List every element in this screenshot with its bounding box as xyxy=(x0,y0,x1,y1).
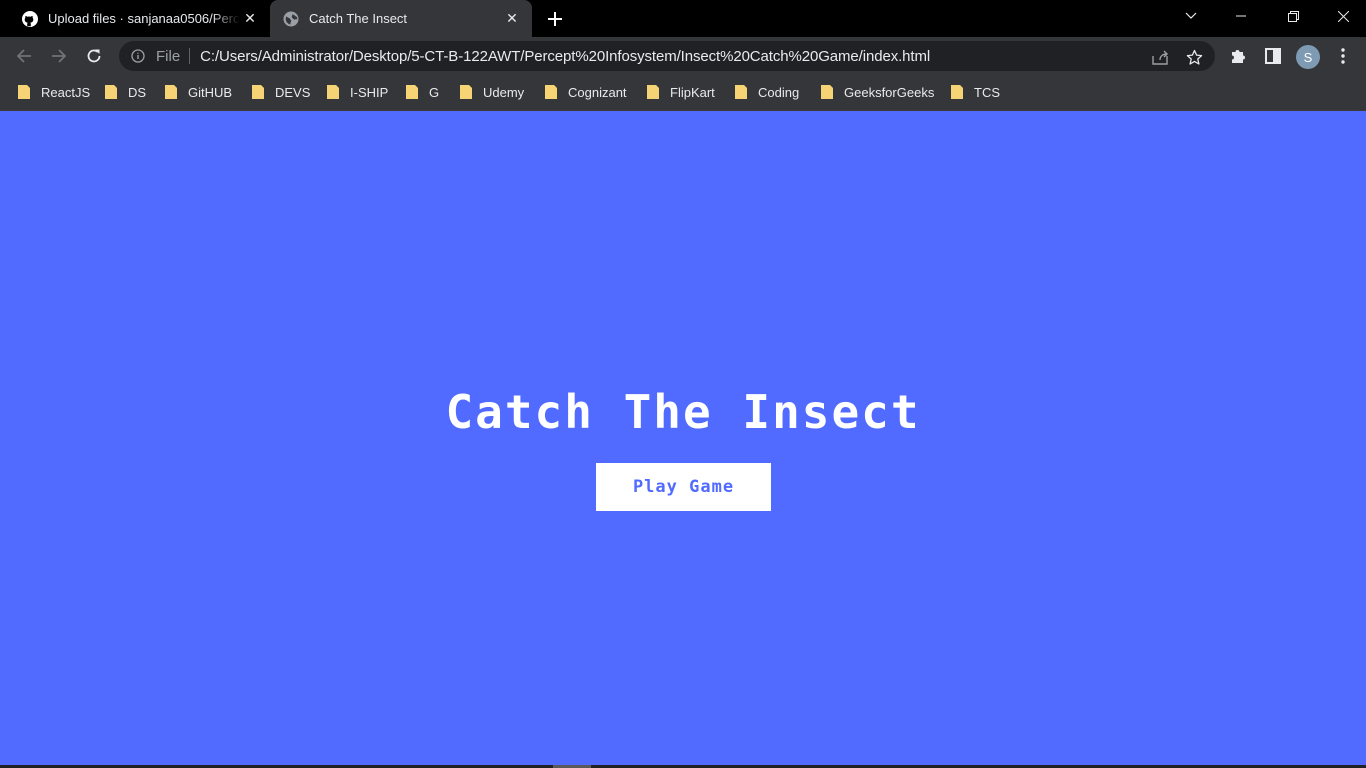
folder-icon xyxy=(326,84,340,100)
bookmark-github[interactable]: GitHUB xyxy=(164,83,232,101)
omnibox-divider xyxy=(189,48,191,64)
bookmark-reactjs[interactable]: ReactJS xyxy=(17,83,90,101)
share-icon[interactable] xyxy=(1151,48,1169,66)
bookmark-label: G xyxy=(429,84,440,100)
tab-title: Upload files · sanjanaa0506/Percept xyxy=(48,11,240,26)
bookmark-label: Udemy xyxy=(483,84,525,100)
game-title: Catch The Insect xyxy=(445,385,921,439)
bookmark-tcs[interactable]: TCS xyxy=(950,83,1000,101)
bookmark-label: Cognizant xyxy=(568,84,627,100)
info-icon[interactable] xyxy=(130,48,146,64)
close-icon[interactable]: ✕ xyxy=(240,9,260,29)
minimize-icon[interactable] xyxy=(1218,0,1264,32)
bookmark-cognizant[interactable]: Cognizant xyxy=(544,83,627,101)
github-icon xyxy=(22,10,38,27)
bookmark-label: DS xyxy=(128,84,147,100)
bookmark-flipkart[interactable]: FlipKart xyxy=(646,83,715,101)
bookmark-label: DEVS xyxy=(275,84,311,100)
tab-search-icon[interactable] xyxy=(1168,0,1214,32)
tab-catch-the-insect[interactable]: Catch The Insect ✕ xyxy=(270,0,532,37)
bookmark-label: Coding xyxy=(758,84,800,100)
folder-icon xyxy=(17,84,31,100)
game-screen: Catch The Insect Play Game xyxy=(0,111,1366,765)
bookmark-devs[interactable]: DEVS xyxy=(251,83,310,101)
folder-icon xyxy=(734,84,748,100)
tab-upload-files[interactable]: Upload files · sanjanaa0506/Percept ✕ xyxy=(8,0,270,37)
tab-title: Catch The Insect xyxy=(309,11,408,26)
folder-icon xyxy=(646,84,660,100)
folder-icon xyxy=(459,84,473,100)
bookmark-udemy[interactable]: Udemy xyxy=(459,83,524,101)
folder-icon xyxy=(950,84,964,100)
profile-avatar[interactable]: S xyxy=(1296,45,1320,69)
reload-icon[interactable] xyxy=(80,42,108,70)
toolbar: File C:/Users/Administrator/Desktop/5-CT… xyxy=(0,37,1366,75)
close-window-icon[interactable] xyxy=(1320,0,1366,32)
folder-icon xyxy=(104,84,118,100)
tab-strip: Upload files · sanjanaa0506/Percept ✕ Ca… xyxy=(0,0,1366,37)
bookmark-star-icon[interactable] xyxy=(1185,48,1203,66)
back-icon[interactable] xyxy=(10,42,38,70)
folder-icon xyxy=(820,84,834,100)
globe-icon xyxy=(283,11,299,27)
forward-icon[interactable] xyxy=(45,42,73,70)
url-text[interactable]: C:/Users/Administrator/Desktop/5-CT-B-12… xyxy=(200,48,930,65)
folder-icon xyxy=(405,84,419,100)
folder-icon xyxy=(251,84,265,100)
side-panel-icon[interactable] xyxy=(1262,45,1284,67)
bookmark-geeksforgeeks[interactable]: GeeksforGeeks xyxy=(820,83,934,101)
bookmark-label: FlipKart xyxy=(670,84,715,100)
bookmark-label: GeeksforGeeks xyxy=(844,84,935,100)
menu-kebab-icon[interactable] xyxy=(1332,45,1354,67)
bookmark-ds[interactable]: DS xyxy=(104,83,146,101)
bookmark-coding[interactable]: Coding xyxy=(734,83,799,101)
folder-icon xyxy=(544,84,558,100)
bookmark-label: I-SHIP xyxy=(350,84,389,100)
bookmarks-bar: ReactJS DS GitHUB DEVS I-SHIP G Udemy Co… xyxy=(0,75,1366,111)
bookmark-g[interactable]: G xyxy=(405,83,439,101)
new-tab-icon[interactable] xyxy=(544,8,566,30)
extensions-icon[interactable] xyxy=(1227,45,1249,67)
bookmark-label: TCS xyxy=(974,84,1000,100)
folder-icon xyxy=(164,84,178,100)
scheme-label: File xyxy=(156,47,181,65)
play-game-button[interactable]: Play Game xyxy=(596,463,771,511)
restore-icon[interactable] xyxy=(1270,0,1316,32)
address-bar[interactable]: File C:/Users/Administrator/Desktop/5-CT… xyxy=(119,41,1215,71)
bookmark-i-ship[interactable]: I-SHIP xyxy=(326,83,388,101)
bookmark-label: ReactJS xyxy=(41,84,91,100)
close-icon[interactable]: ✕ xyxy=(502,9,522,29)
bookmark-label: GitHUB xyxy=(188,84,233,100)
